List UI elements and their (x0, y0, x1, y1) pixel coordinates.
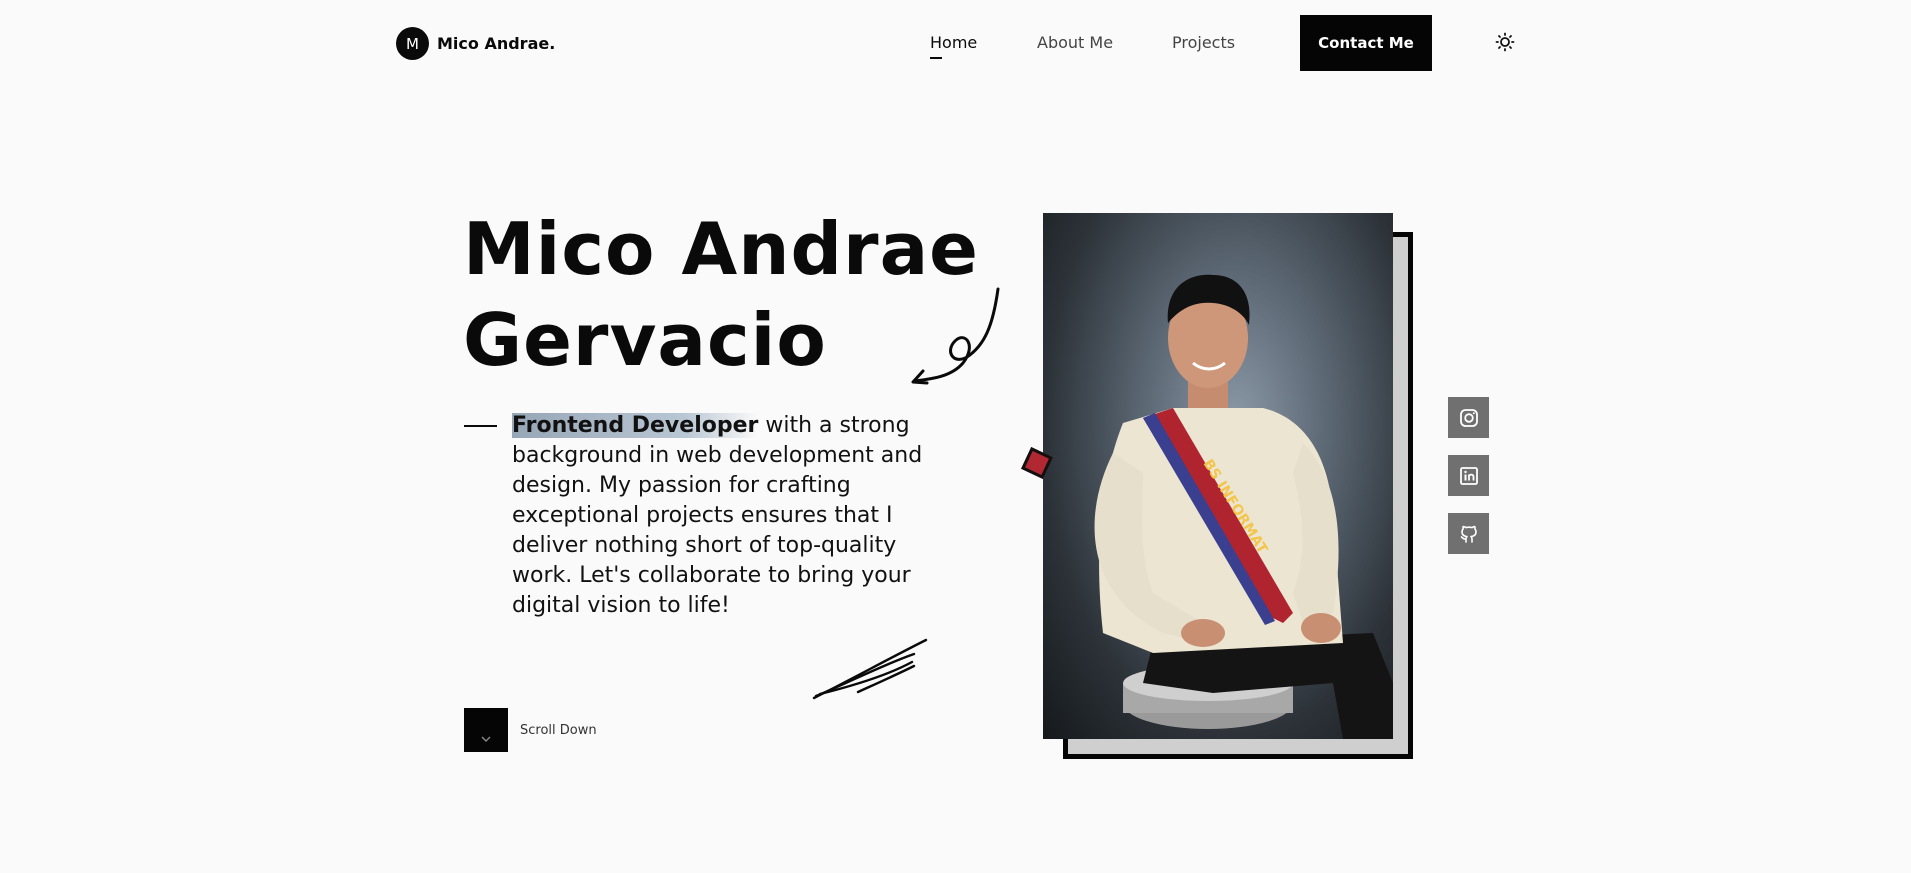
description-dash (464, 425, 497, 427)
curly-arrow-doodle (911, 287, 1000, 385)
nav-link-home[interactable]: Home (930, 33, 977, 59)
hero-name-line1: Mico Andrae (463, 207, 979, 291)
instagram-icon (1459, 408, 1478, 427)
linkedin-link[interactable] (1448, 455, 1489, 496)
profile-photo: BS INFORMAT (1043, 213, 1393, 739)
portrait-illustration: BS INFORMAT (1094, 274, 1393, 739)
nav-link-about-me[interactable]: About Me (1037, 33, 1113, 52)
logo-mark: M (396, 27, 429, 60)
github-link[interactable] (1448, 513, 1489, 554)
hero-description: Frontend Developer with a strong backgro… (512, 411, 932, 621)
theme-toggle-button[interactable] (1495, 32, 1515, 52)
instagram-link[interactable] (1448, 397, 1489, 438)
nav-link-projects[interactable]: Projects (1172, 33, 1235, 52)
chevron-down-icon (481, 736, 491, 742)
sun-icon (1495, 32, 1515, 52)
github-icon (1460, 525, 1477, 543)
navbar: M Mico Andrae. Home About Me Projects Co… (0, 0, 1911, 86)
description-text: with a strong background in web developm… (512, 413, 923, 618)
scribble-doodle (812, 638, 928, 700)
role-highlight: Frontend Developer (512, 413, 759, 438)
contact-me-button[interactable]: Contact Me (1300, 15, 1432, 71)
logo-text: Mico Andrae. (437, 34, 556, 53)
scroll-down-label: Scroll Down (520, 723, 597, 738)
scroll-down-button[interactable] (464, 708, 508, 752)
linkedin-icon (1459, 466, 1478, 485)
logo-link[interactable]: M Mico Andrae. (396, 27, 555, 60)
